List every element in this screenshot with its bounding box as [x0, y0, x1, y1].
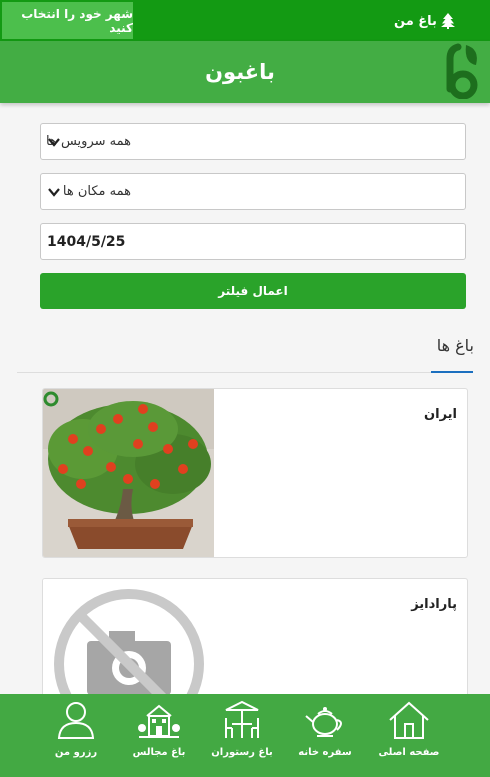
select-city-button[interactable]: شهر خود را انتخاب کنید	[2, 2, 133, 39]
app-header: باغبون	[0, 41, 490, 103]
home-icon	[389, 701, 429, 739]
nav-teahouse[interactable]: سفره خانه	[290, 700, 360, 772]
nav-ceremony-garden-label: باغ مجالس	[132, 747, 186, 758]
hall-building-icon	[138, 704, 180, 738]
gardens-section-title: باغ ها	[436, 336, 474, 355]
location-select-value: همه مکان ها	[62, 184, 131, 199]
location-select[interactable]: همه مکان ها	[40, 173, 466, 210]
my-garden-label: باغ من	[394, 13, 437, 29]
bonsai-photo	[43, 389, 214, 557]
garden-name: ایران	[424, 407, 457, 422]
nav-restaurant-garden[interactable]: باغ رستوران	[207, 700, 277, 772]
garden-name: پارادایز	[411, 597, 457, 612]
garden-card[interactable]: ایران	[42, 388, 468, 558]
nav-restaurant-garden-label: باغ رستوران	[211, 747, 273, 758]
top-bar: شهر خود را انتخاب کنید باغ من	[0, 0, 490, 41]
app-title: باغبون	[205, 60, 275, 84]
tree-icon	[440, 13, 455, 29]
chevron-down-icon	[48, 188, 60, 197]
date-input[interactable]: 1404/5/25	[40, 223, 466, 260]
service-select[interactable]: همه سرویس ها	[40, 123, 466, 160]
nav-my-reservations-label: رزرو من	[54, 747, 98, 758]
nav-home[interactable]: صفحه اصلی	[374, 700, 444, 772]
garden-photo[interactable]	[43, 389, 214, 557]
nav-teahouse-label: سفره خانه	[298, 747, 352, 758]
section-tab-underline	[431, 371, 473, 373]
restaurant-table-icon	[225, 700, 259, 738]
teapot-icon	[305, 707, 342, 737]
nav-home-label: صفحه اصلی	[378, 747, 440, 758]
apply-filter-button[interactable]: اعمال فیلتر	[40, 273, 466, 309]
chevron-down-icon	[48, 138, 60, 147]
bottom-navigation: صفحه اصلی سفره خانه باغ رستوران باغ مجال…	[0, 694, 490, 777]
nav-ceremony-garden[interactable]: باغ مجالس	[124, 700, 194, 772]
leaf-b-logo-icon[interactable]	[444, 43, 480, 99]
nav-my-reservations[interactable]: رزرو من	[41, 700, 111, 772]
my-garden-link[interactable]: باغ من	[394, 11, 455, 31]
user-icon	[57, 702, 95, 739]
section-divider	[17, 372, 473, 373]
